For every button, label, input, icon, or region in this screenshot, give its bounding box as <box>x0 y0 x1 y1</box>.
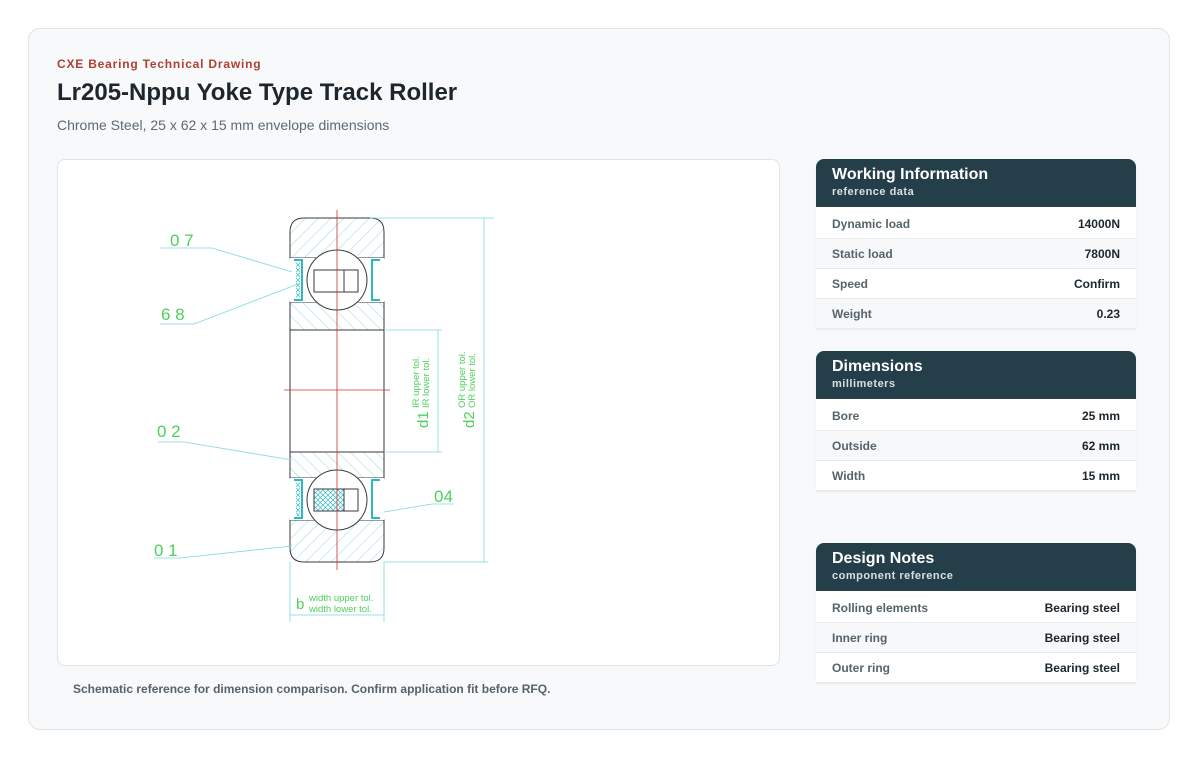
spec-label: Inner ring <box>832 630 888 645</box>
d1-lower-tol: IR lower tol. <box>421 358 432 408</box>
spec-row-dynamic-load: Dynamic load 14000N <box>816 209 1136 239</box>
design-notes-panel: Design Notes component reference Rolling… <box>816 543 1136 683</box>
d2-lower-tol: OR lower tol. <box>467 353 478 408</box>
spec-row-inner-ring: Inner ring Bearing steel <box>816 623 1136 653</box>
working-information-panel: Working Information reference data Dynam… <box>816 159 1136 329</box>
spec-value: 15 mm <box>1081 468 1120 483</box>
panel-subtitle: millimeters <box>832 378 896 390</box>
callout-02: 0 2 <box>157 422 181 441</box>
callout-01: 0 1 <box>154 541 178 560</box>
spec-value: 14000N <box>1077 216 1120 231</box>
spec-value: 0.23 <box>1096 306 1120 321</box>
spec-row-width: Width 15 mm <box>816 461 1136 491</box>
d1-dimension-label: d1 IR upper tol. IR lower tol. <box>411 356 432 428</box>
technical-drawing: 0 7 6 8 0 2 0 1 04 d1 IR upper tol. IR l… <box>57 159 780 666</box>
b-dimension-label: b width upper tol. width lower tol. <box>296 593 373 615</box>
spec-label: Static load <box>832 246 893 261</box>
page-subtitle: Chrome Steel, 25 x 62 x 15 mm envelope d… <box>57 117 390 133</box>
panel-header: Design Notes component reference <box>816 543 1136 591</box>
spec-row-static-load: Static load 7800N <box>816 239 1136 269</box>
panel-subtitle: reference data <box>832 186 915 198</box>
callout-04: 04 <box>434 487 453 506</box>
spec-row-weight: Weight 0.23 <box>816 299 1136 329</box>
spec-row-rolling-elements: Rolling elements Bearing steel <box>816 593 1136 623</box>
d2-label: d2 <box>461 411 478 428</box>
b-upper-tol: width upper tol. <box>308 593 373 604</box>
b-lower-tol: width lower tol. <box>308 604 372 615</box>
drawing-card: CXE Bearing Technical Drawing Lr205-Nppu… <box>28 28 1170 730</box>
spec-label: Rolling elements <box>832 600 929 615</box>
spec-value: Confirm <box>1074 276 1120 291</box>
spec-row-speed: Speed Confirm <box>816 269 1136 299</box>
seal-bottom <box>313 488 345 512</box>
spec-row-outside: Outside 62 mm <box>816 431 1136 461</box>
spec-value: 62 mm <box>1081 438 1120 453</box>
callout-07: 0 7 <box>170 231 194 250</box>
spec-value: 7800N <box>1084 246 1120 261</box>
spec-label: Outer ring <box>832 660 891 675</box>
panel-title: Working Information <box>832 166 989 183</box>
page-title: Lr205-Nppu Yoke Type Track Roller <box>57 79 458 106</box>
spec-label: Bore <box>832 408 860 423</box>
b-label: b <box>296 596 304 613</box>
spec-value: 25 mm <box>1081 408 1120 423</box>
spec-label: Outside <box>832 438 877 453</box>
panel-header: Dimensions millimeters <box>816 351 1136 399</box>
callout-68: 6 8 <box>161 305 185 324</box>
panel-title: Design Notes <box>832 550 935 567</box>
spec-value: Bearing steel <box>1044 660 1120 675</box>
bearing-cross-section: 0 7 6 8 0 2 0 1 04 d1 IR upper tol. IR l… <box>154 210 494 622</box>
d2-dimension-label: d2 OR upper tol. OR lower tol. <box>457 352 478 429</box>
drawing-caption: Schematic reference for dimension compar… <box>73 682 551 696</box>
eyebrow-label: CXE Bearing Technical Drawing <box>57 57 262 71</box>
panel-subtitle: component reference <box>832 570 954 582</box>
spec-row-bore: Bore 25 mm <box>816 401 1136 431</box>
spec-label: Dynamic load <box>832 216 911 231</box>
panel-header: Working Information reference data <box>816 159 1136 207</box>
d1-label: d1 <box>415 411 432 428</box>
spec-label: Width <box>832 468 866 483</box>
spec-value: Bearing steel <box>1044 600 1120 615</box>
panel-title: Dimensions <box>832 358 923 375</box>
spec-row-outer-ring: Outer ring Bearing steel <box>816 653 1136 683</box>
spec-value: Bearing steel <box>1044 630 1120 645</box>
spec-label: Speed <box>832 276 869 291</box>
spec-label: Weight <box>832 306 872 321</box>
dimensions-panel: Dimensions millimeters Bore 25 mm Outsid… <box>816 351 1136 491</box>
